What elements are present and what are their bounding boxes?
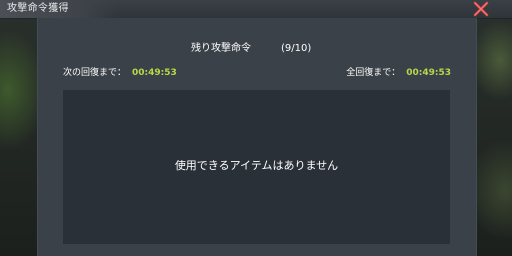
window-title: 攻撃命令獲得 [7, 3, 69, 14]
full-recovery-time: 00:49:53 [406, 68, 451, 78]
remaining-orders-label: 残り攻撃命令 [191, 43, 251, 54]
full-recovery-timer: 全回復まで： 00:49:53 [346, 66, 451, 80]
remaining-orders-heading: 残り攻撃命令 (9/10) [38, 42, 476, 56]
next-recovery-time: 00:49:53 [132, 68, 177, 78]
title-tab: 攻撃命令獲得 [0, 0, 118, 18]
remaining-orders-count: (9/10) [281, 43, 312, 54]
item-list-area: 使用できるアイテムはありません [63, 90, 450, 244]
close-button[interactable] [470, 0, 492, 18]
close-icon [473, 1, 489, 17]
full-recovery-label: 全回復まで： [346, 68, 401, 78]
next-recovery-label: 次の回復まで： [63, 68, 127, 78]
title-bar: 攻撃命令獲得 [0, 0, 512, 19]
empty-items-message: 使用できるアイテムはありません [174, 159, 339, 172]
next-recovery-timer: 次の回復まで： 00:49:53 [63, 66, 177, 80]
attack-order-panel: 残り攻撃命令 (9/10) 次の回復まで： 00:49:53 全回復まで： 00:4… [37, 18, 477, 256]
